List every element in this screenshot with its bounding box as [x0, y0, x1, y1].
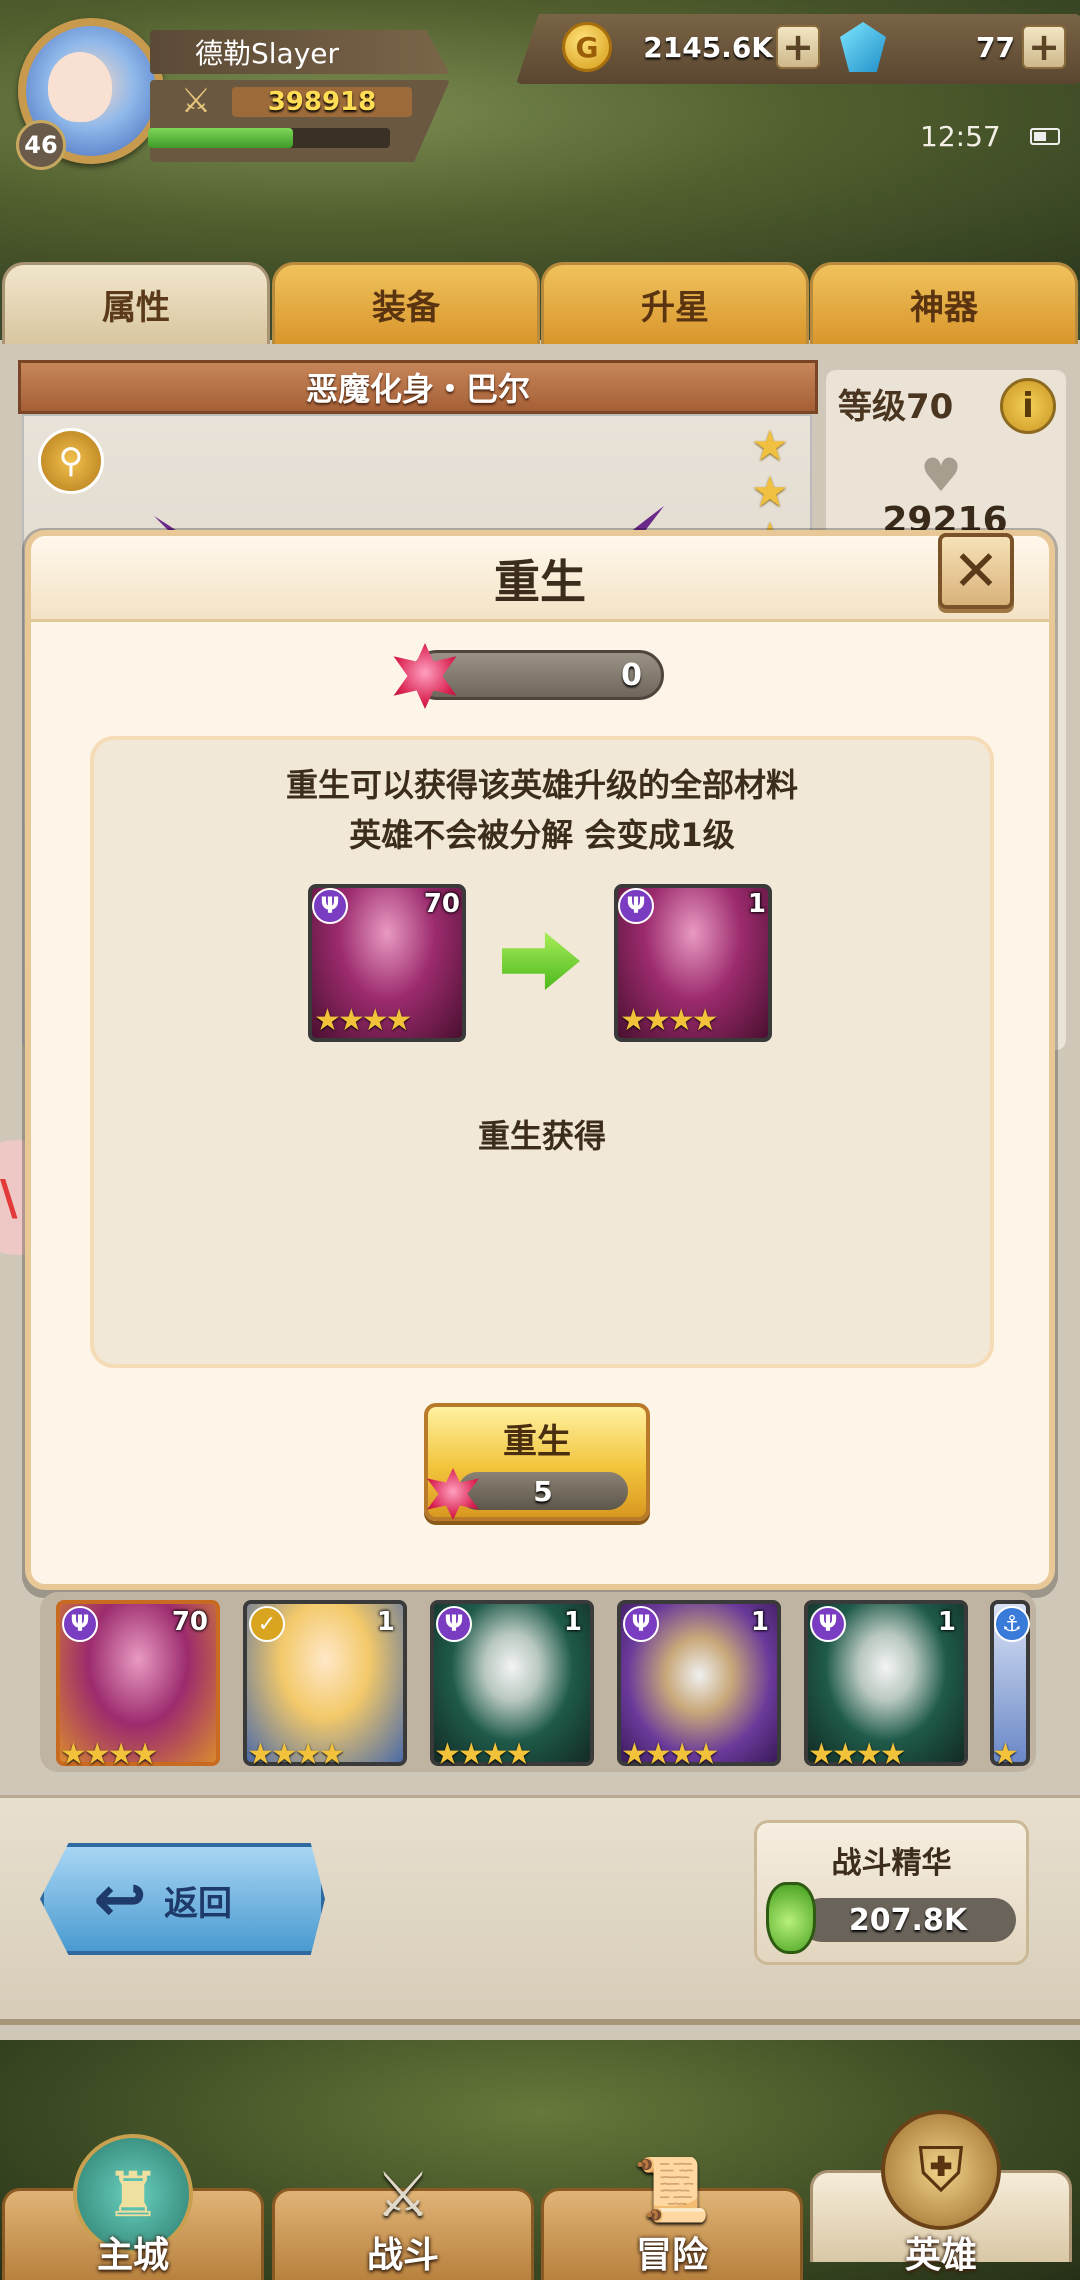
dark-faction-icon: Ψ [810, 1606, 846, 1642]
dark-faction-icon: Ψ [62, 1606, 98, 1642]
rebirth-gain-label: 重生获得 [477, 1117, 606, 1155]
hero-card-stars: ★★★★ [620, 1003, 719, 1038]
rebirth-description-line1: 重生可以获得该英雄升级的全部材料 [285, 766, 798, 804]
hero-star-icon: ★ [751, 421, 789, 470]
combat-power-value: 398918 [267, 87, 377, 117]
roster-card-level: 1 [937, 1607, 956, 1637]
hero-star-icon: ★ [751, 467, 789, 516]
roster-card-level: 1 [750, 1607, 769, 1637]
dark-faction-icon: Ψ [623, 1606, 659, 1642]
roster-card-level: 1 [563, 1607, 582, 1637]
nav-label-battle: 战斗 [366, 2235, 439, 2276]
helmet-icon: ⛨ [881, 2110, 1001, 2230]
player-level-badge: 46 [16, 120, 66, 170]
tab-attributes[interactable]: 属性 [2, 262, 270, 344]
exp-bar-fill [148, 128, 293, 148]
hero-card-stars: ★★★★ [314, 1003, 413, 1038]
rebirth-button-label: 重生 [503, 1421, 571, 1462]
hero-name-banner: 恶魔化身・巴尔 [18, 360, 818, 414]
roster-card-level: 1 [376, 1607, 395, 1637]
hero-rank-icon: ⚲ [38, 428, 104, 494]
rebirth-crystal-count: 0 [621, 657, 642, 693]
rebirth-cost-value: 5 [533, 1474, 553, 1508]
tab-star-up[interactable]: 升星 [541, 262, 809, 344]
battle-essence-value: 207.8K [848, 1902, 968, 1938]
dialog-title: 重生 [494, 555, 586, 609]
hero-info-button[interactable]: i [1000, 378, 1056, 434]
nav-label-main-city: 主城 [96, 2235, 169, 2276]
back-arrow-icon: ↩ [93, 1863, 147, 1937]
gold-amount: 2145.6K [643, 30, 773, 64]
tab-artifact[interactable]: 神器 [810, 262, 1078, 344]
light-faction-icon: ✓ [249, 1606, 285, 1642]
close-button[interactable]: ✕ [938, 533, 1014, 609]
roster-card-stars: ★★★★ [247, 1737, 346, 1772]
gem-amount: 77 [976, 30, 1015, 64]
battery-level [1034, 132, 1046, 141]
add-gold-button[interactable]: + [776, 25, 820, 69]
status-clock: 12:57 [920, 119, 1001, 153]
hero-card-level: 70 [423, 889, 460, 919]
back-button-label: 返回 [164, 1883, 232, 1924]
rebirth-description-line2: 英雄不会被分解 会变成1级 [349, 816, 735, 854]
roster-card-stars: ★ [992, 1740, 1019, 1770]
heart-icon: ♥ [920, 448, 962, 502]
roster-card-level: 70 [171, 1607, 208, 1637]
nav-label-adventure: 冒险 [635, 2235, 708, 2276]
crossed-swords-power-icon: ⚔ [180, 81, 212, 121]
battle-essence-title: 战斗精华 [831, 1846, 952, 1881]
add-gems-button[interactable]: + [1022, 25, 1066, 69]
dark-faction-icon: Ψ [618, 888, 654, 924]
nav-label-heroes: 英雄 [904, 2235, 977, 2276]
avatar-face [48, 52, 112, 122]
hero-level: 等级70 [838, 386, 954, 427]
tab-equipment[interactable]: 装备 [272, 262, 540, 344]
roster-card-stars: ★★★★ [621, 1737, 720, 1772]
roster-card-stars: ★★★★ [434, 1737, 533, 1772]
dark-faction-icon: Ψ [436, 1606, 472, 1642]
dark-faction-icon: Ψ [312, 888, 348, 924]
green-potion-icon [766, 1882, 816, 1954]
gold-coin-icon: G [562, 22, 612, 72]
player-name: 德勒Slayer [195, 37, 340, 70]
roster-card-stars: ★★★★ [808, 1737, 907, 1772]
water-faction-icon: ⚓ [994, 1606, 1030, 1642]
roster-card-stars: ★★★★ [60, 1737, 159, 1772]
hero-card-level: 1 [747, 889, 766, 919]
